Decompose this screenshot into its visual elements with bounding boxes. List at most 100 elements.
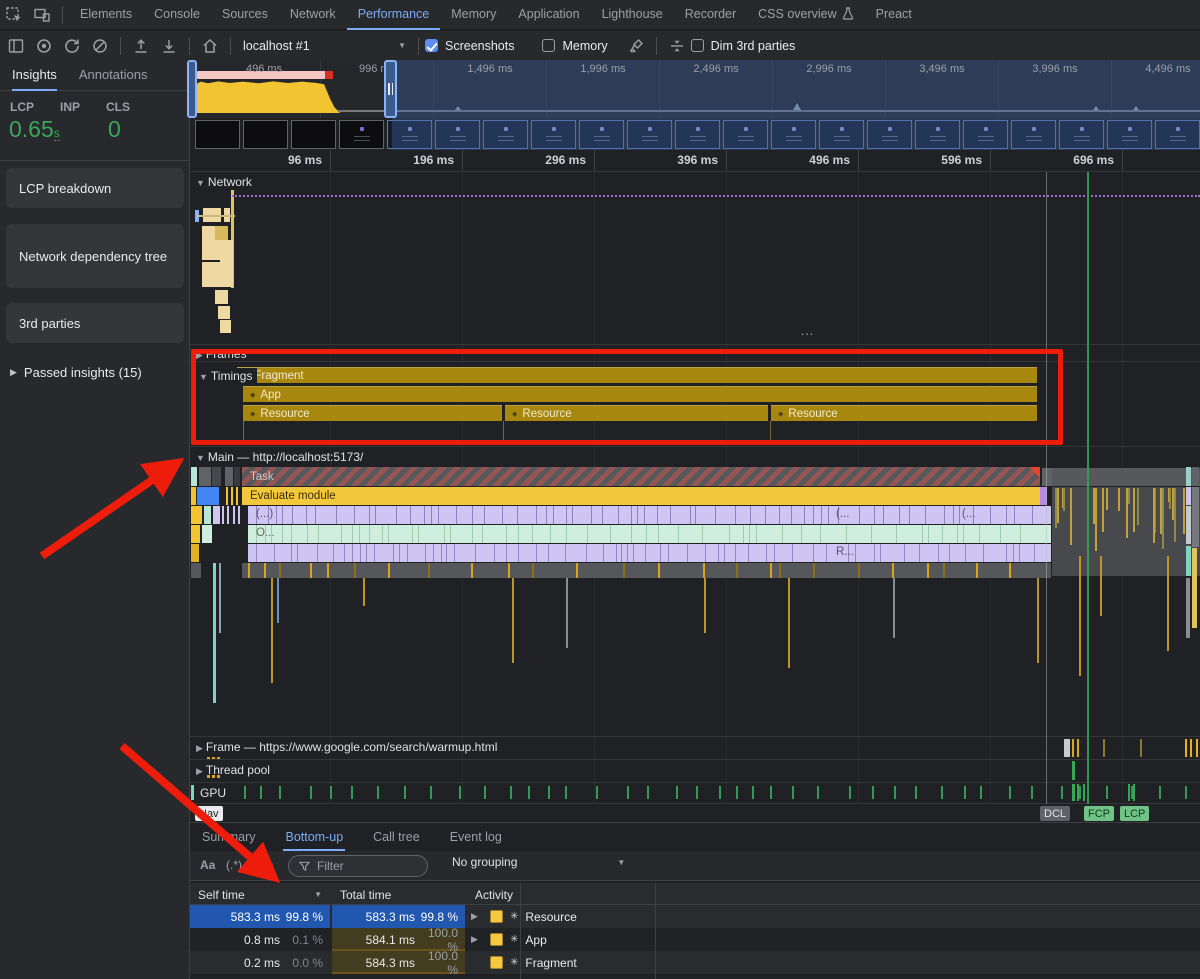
flame-segment <box>1186 546 1191 576</box>
main-track-header[interactable]: ▼Main — http://localhost:5173/ <box>196 450 363 464</box>
whole-word-toggle[interactable]: ab <box>260 858 273 873</box>
frame-track-header[interactable]: ▶Frame — https://www.google.com/search/w… <box>196 740 497 754</box>
column-activity[interactable]: Activity <box>467 883 1200 906</box>
flame-separator <box>438 506 439 524</box>
tab-lighthouse[interactable]: Lighthouse <box>591 0 674 30</box>
overview-time-label: 3,496 ms <box>907 63 977 75</box>
match-case-toggle[interactable]: Aa <box>200 858 215 872</box>
tab-preact[interactable]: Preact <box>865 0 923 30</box>
flame-tick <box>248 563 250 578</box>
details-tab-summary[interactable]: Summary <box>200 824 257 852</box>
nav-marker-badge[interactable]: Nav <box>195 806 223 821</box>
frame-track-bar <box>1190 739 1192 757</box>
filter-input[interactable]: Filter <box>288 855 428 877</box>
memory-checkbox[interactable] <box>542 39 555 52</box>
inspect-element-icon[interactable] <box>0 2 28 28</box>
details-tab-call-tree[interactable]: Call tree <box>371 824 422 852</box>
flame-separator <box>292 506 293 524</box>
gpu-track-header[interactable]: GPU <box>200 786 226 800</box>
tab-css-overview[interactable]: CSS overview <box>747 0 865 30</box>
gpu-tick <box>676 786 678 799</box>
insight-card-3rd-parties[interactable]: 3rd parties <box>6 303 184 343</box>
download-profile-icon[interactable] <box>155 33 183 59</box>
tab-elements[interactable]: Elements <box>69 0 143 30</box>
activity-cell: ▶✳Resource <box>467 905 1200 928</box>
tab-recorder[interactable]: Recorder <box>674 0 747 30</box>
frame-track-bar <box>1196 739 1198 757</box>
frame-track-bar <box>1140 739 1142 757</box>
dim-3rd-parties-checkbox[interactable] <box>691 39 704 52</box>
gpu-tick <box>941 786 943 799</box>
dock-panel-icon[interactable] <box>2 33 30 59</box>
lcp-marker-badge[interactable]: LCP <box>1120 806 1149 821</box>
tab-insights[interactable]: Insights <box>12 59 57 91</box>
table-row[interactable]: 0.2 ms0.0 %584.3 ms100.0 %▶✳Fragment <box>190 951 1200 974</box>
tab-annotations[interactable]: Annotations <box>79 59 148 91</box>
history-select[interactable]: localhost #1 ▼ <box>237 39 412 53</box>
garbage-collect-icon[interactable] <box>622 33 650 59</box>
flame-anonymous-bar-2[interactable]: R... <box>248 544 1040 562</box>
ruler-tick <box>462 150 463 171</box>
flame-separator <box>944 506 945 524</box>
regex-toggle[interactable]: (.*) <box>226 858 242 872</box>
flame-anonymous-bar[interactable]: (...) (... (... <box>248 506 1040 524</box>
filmstrip-frame[interactable] <box>291 120 336 149</box>
filmstrip-frame[interactable] <box>243 120 288 149</box>
flame-evaluate-module-bar[interactable]: Evaluate module <box>242 487 1040 505</box>
column-total-time[interactable]: Total time <box>332 883 465 906</box>
collapse-tracks-icon[interactable] <box>663 33 691 59</box>
tab-memory[interactable]: Memory <box>440 0 507 30</box>
filmstrip-frame[interactable] <box>339 120 384 149</box>
expand-arrow-icon[interactable]: ▶ <box>471 934 483 945</box>
ruler-label: 496 ms <box>788 153 850 167</box>
flame-separator <box>307 525 308 543</box>
flame-separator <box>396 506 397 524</box>
flame-onload-bar[interactable]: O... <box>248 525 1040 543</box>
tab-network[interactable]: Network <box>279 0 347 30</box>
fcp-marker-badge[interactable]: FCP <box>1084 806 1114 821</box>
thread-pool-track-header[interactable]: ▶Thread pool <box>196 763 270 777</box>
table-row[interactable]: 0.8 ms0.1 %584.1 ms100.0 %▶✳App <box>190 928 1200 951</box>
tab-console[interactable]: Console <box>143 0 211 30</box>
dcl-marker-badge[interactable]: DCL <box>1040 806 1070 821</box>
column-self-time[interactable]: Self time▼ <box>190 883 330 906</box>
screenshots-checkbox[interactable] <box>425 39 438 52</box>
gpu-tick <box>404 786 406 799</box>
ruler-tick <box>858 150 859 171</box>
expand-arrow-icon[interactable]: ▶ <box>471 911 483 922</box>
flame-microtask-bar[interactable] <box>242 563 1040 578</box>
gpu-tick <box>510 786 512 799</box>
record-icon[interactable] <box>30 33 58 59</box>
reload-record-icon[interactable] <box>58 33 86 59</box>
tab-application[interactable]: Application <box>507 0 590 30</box>
overview-left-handle[interactable] <box>187 60 197 118</box>
tab-sources[interactable]: Sources <box>211 0 279 30</box>
network-overflow-dots[interactable]: … <box>800 322 816 338</box>
grouping-select[interactable]: No grouping ▼ <box>452 855 625 869</box>
network-request-bar <box>215 290 228 304</box>
flame-segment <box>191 544 199 562</box>
upload-profile-icon[interactable] <box>127 33 155 59</box>
flame-segment <box>1192 467 1199 486</box>
flame-tick <box>508 563 510 578</box>
flame-tick <box>1095 488 1097 551</box>
gpu-tick <box>244 786 246 799</box>
insight-card-lcp-breakdown[interactable]: LCP breakdown <box>6 168 184 208</box>
passed-insights-toggle[interactable]: ▶ Passed insights (15) <box>10 365 142 380</box>
gpu-tick <box>191 785 194 800</box>
flame-segment <box>212 467 221 486</box>
network-track-header[interactable]: ▼Network <box>196 175 252 189</box>
overview-right-handle[interactable] <box>384 60 397 118</box>
details-tab-event-log[interactable]: Event log <box>448 824 504 852</box>
details-tab-bottom-up[interactable]: Bottom-up <box>283 824 345 852</box>
overview-time-label: 2,996 ms <box>794 63 864 75</box>
tab-performance[interactable]: Performance <box>347 0 441 30</box>
table-row[interactable]: 583.3 ms99.8 %583.3 ms99.8 %▶✳Resource <box>190 905 1200 928</box>
flame-separator <box>341 525 342 543</box>
home-icon[interactable] <box>196 33 224 59</box>
insight-card-network-dependency-tree[interactable]: Network dependency tree <box>6 224 184 288</box>
device-toolbar-icon[interactable] <box>28 2 56 28</box>
filmstrip-frame[interactable] <box>195 120 240 149</box>
clear-icon[interactable] <box>86 33 114 59</box>
flame-task-bar[interactable]: Task <box>242 467 1040 486</box>
